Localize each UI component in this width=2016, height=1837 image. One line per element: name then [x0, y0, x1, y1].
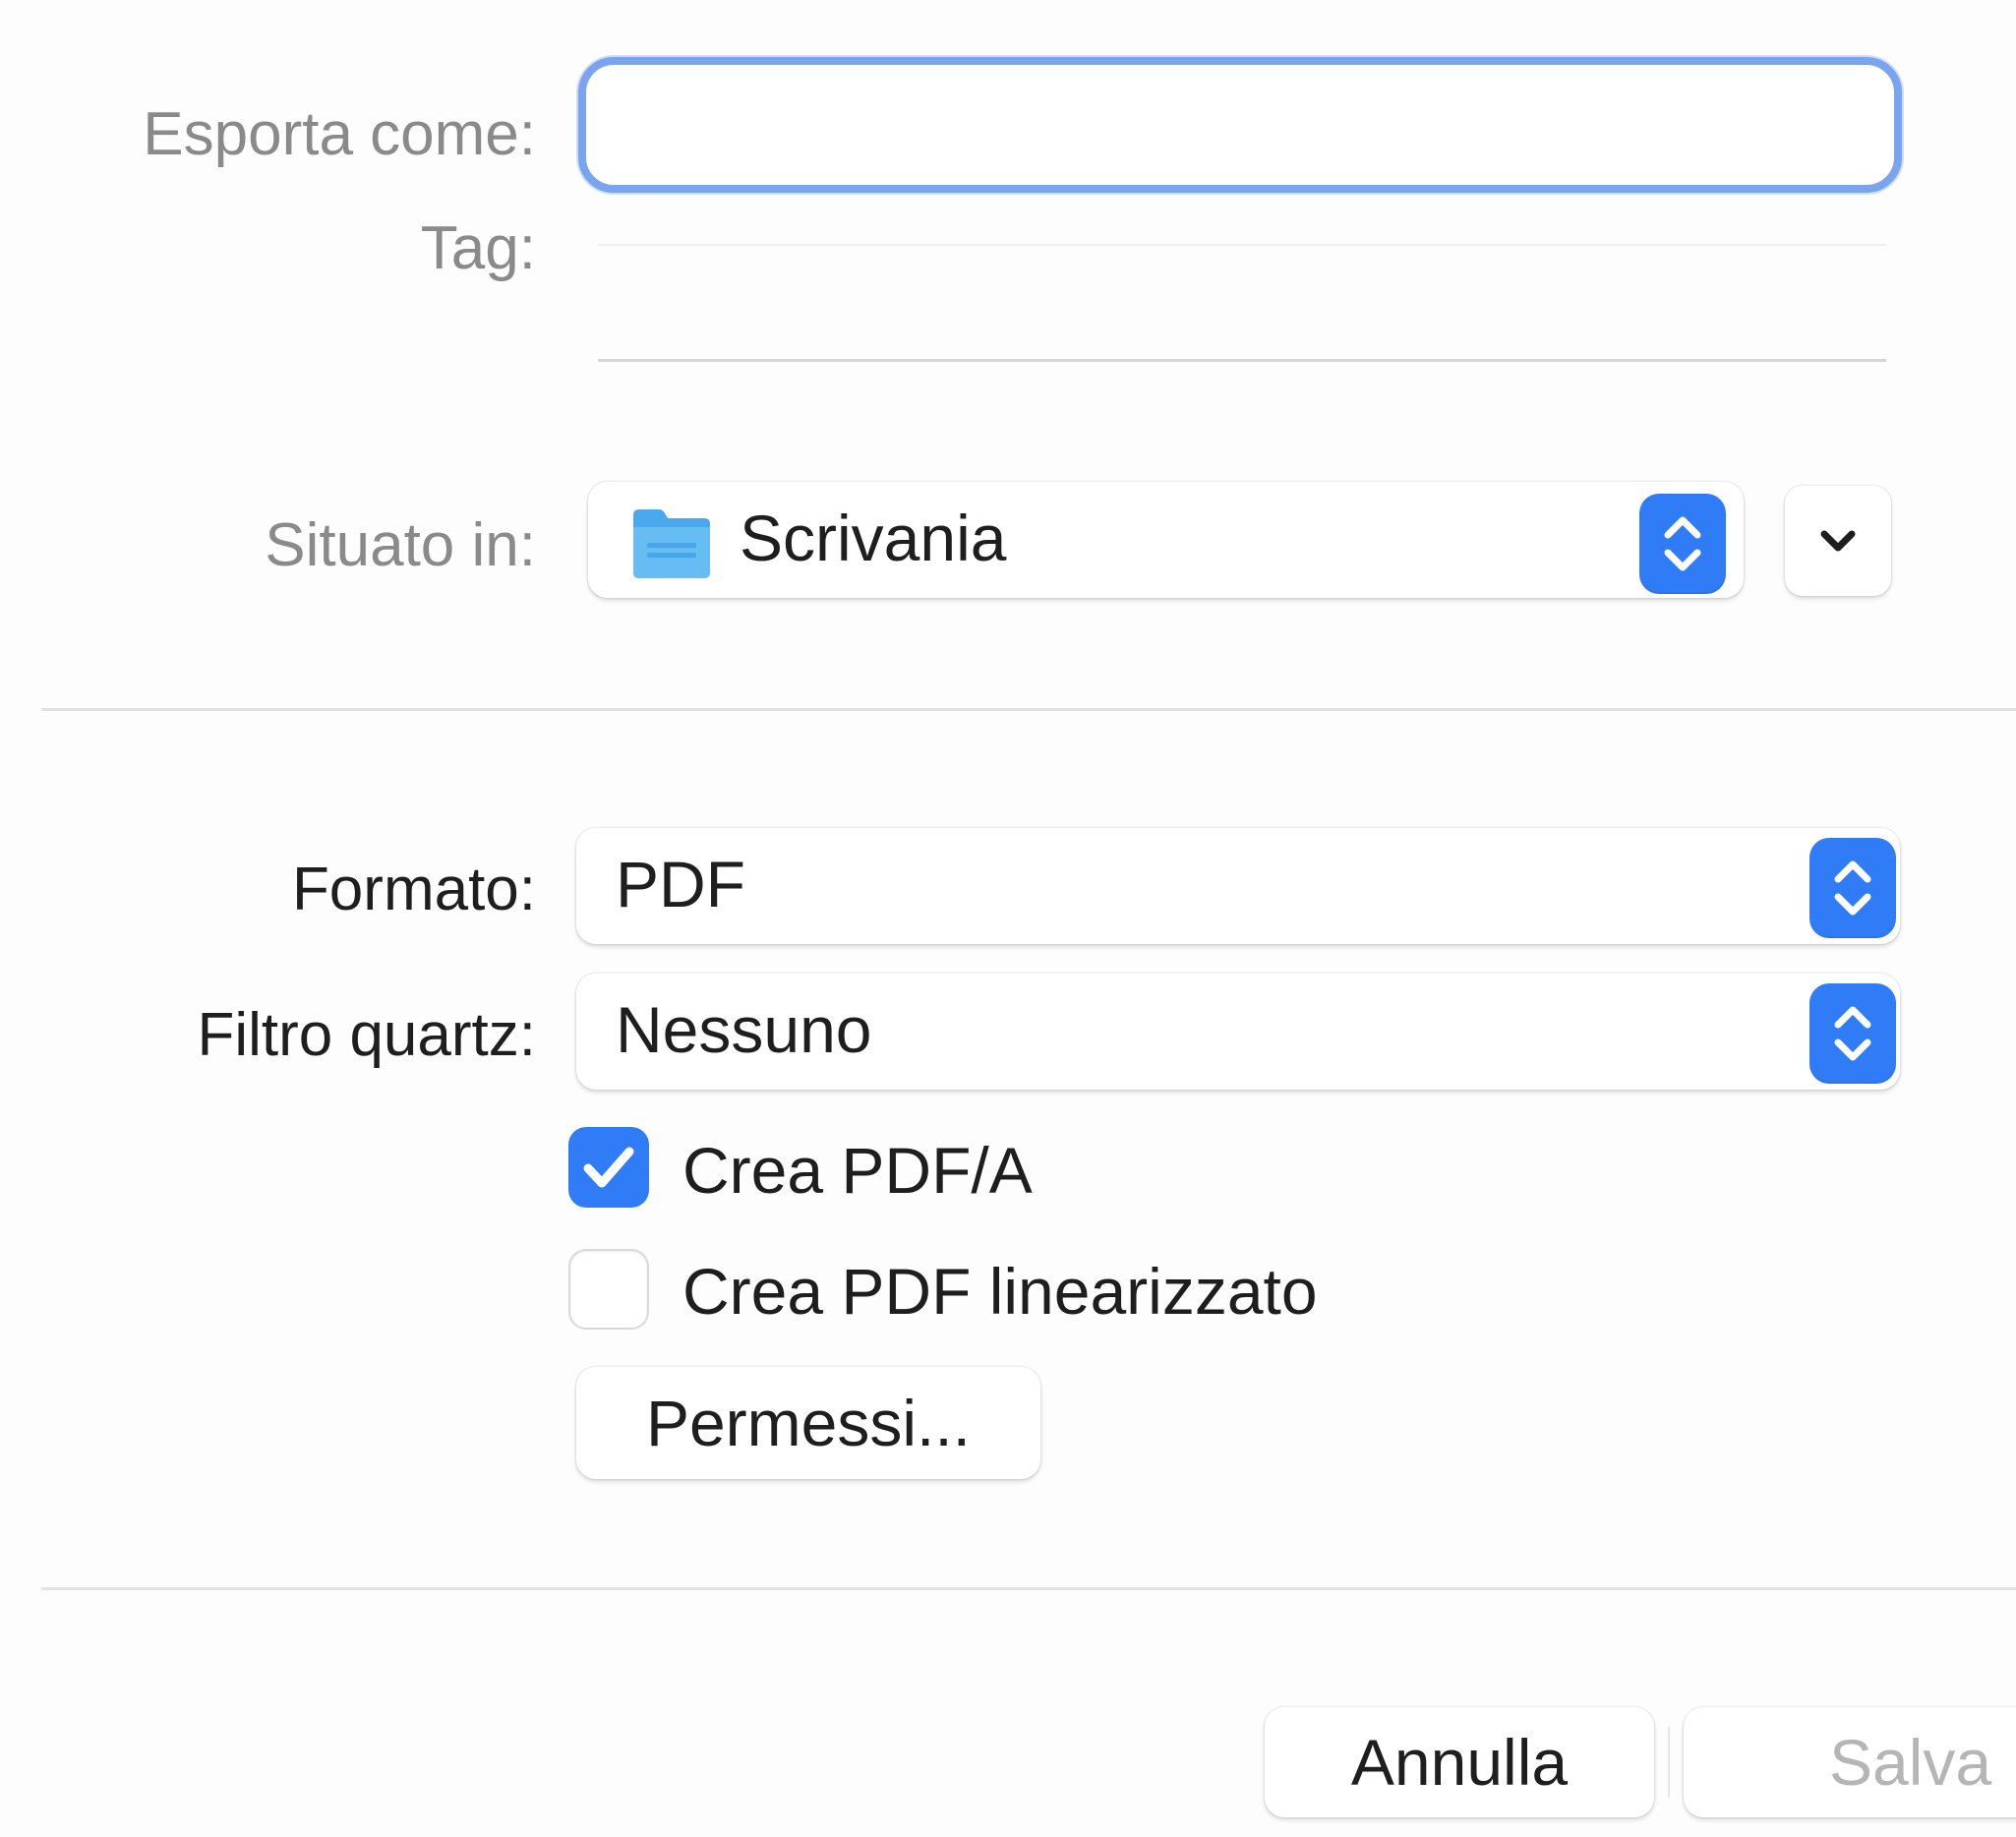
create-linearized-pdf-checkbox[interactable]: [568, 1249, 649, 1330]
section-divider: [41, 708, 2016, 711]
save-button[interactable]: Salva: [1684, 1707, 2016, 1817]
footer-divider: [41, 1587, 2016, 1590]
format-stepper-icon[interactable]: [1809, 838, 1896, 938]
permissions-button[interactable]: Permessi...: [576, 1367, 1040, 1479]
tags-field[interactable]: [598, 244, 1886, 362]
create-pdfa-label[interactable]: Crea PDF/A: [682, 1138, 1033, 1203]
format-label: Formato:: [291, 856, 536, 923]
location-stepper-icon[interactable]: [1639, 494, 1726, 594]
location-value: Scrivania: [740, 502, 1007, 574]
quartz-filter-stepper-icon[interactable]: [1809, 983, 1896, 1084]
location-label: Situato in:: [265, 511, 536, 579]
create-linearized-pdf-label[interactable]: Crea PDF linearizzato: [682, 1259, 1318, 1324]
buttons-separator: [1668, 1727, 1670, 1798]
export-as-label: Esporta come:: [143, 100, 536, 168]
tags-label: Tag:: [420, 214, 536, 282]
quartz-filter-label: Filtro quartz:: [197, 1001, 536, 1069]
folder-icon: [629, 502, 714, 587]
export-as-field[interactable]: [578, 57, 1902, 193]
chevron-down-icon: [1820, 530, 1856, 552]
checkmark-icon: [583, 1147, 634, 1188]
format-value: PDF: [616, 848, 745, 920]
expand-button[interactable]: [1785, 486, 1891, 596]
export-dialog: Esporta come: Tag: Situato in: Scrivania…: [0, 0, 2016, 1837]
format-popup[interactable]: [576, 828, 1900, 944]
cancel-button[interactable]: Annulla: [1265, 1707, 1654, 1817]
quartz-filter-value: Nessuno: [616, 993, 872, 1066]
create-pdfa-checkbox[interactable]: [568, 1127, 649, 1208]
